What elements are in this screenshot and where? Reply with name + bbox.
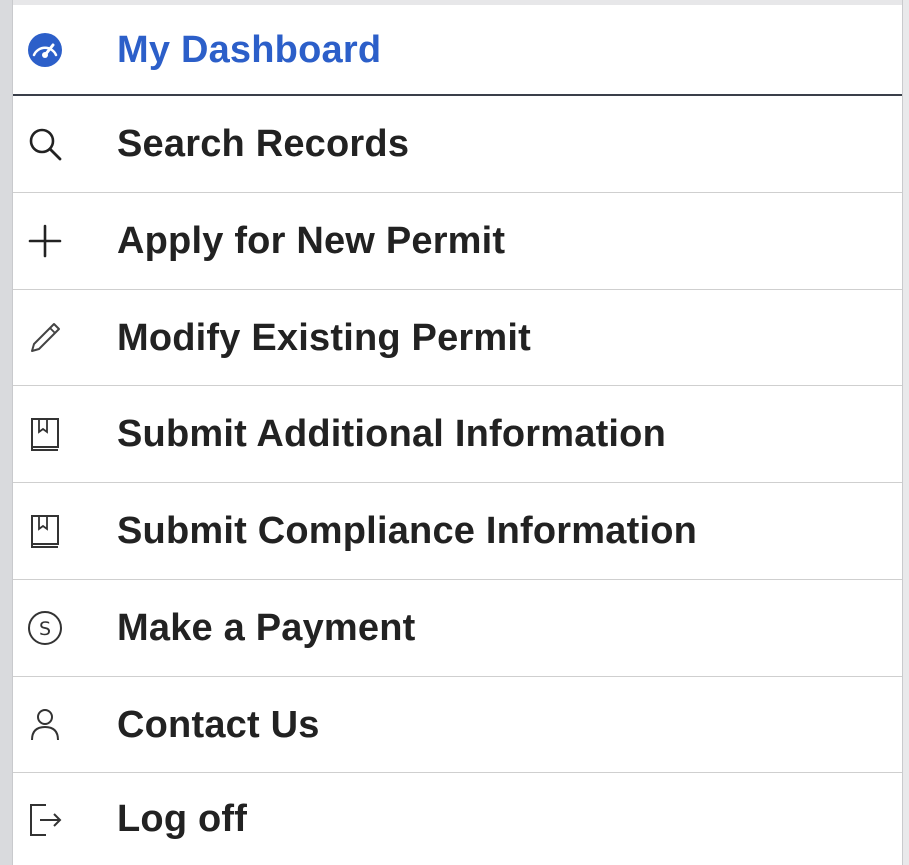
menu-window: My Dashboard Search Records Apply for Ne…	[0, 0, 909, 865]
menu-item-label: My Dashboard	[117, 28, 382, 71]
menu-item-contact-us[interactable]: Contact Us	[13, 677, 902, 773]
pencil-icon	[25, 318, 65, 358]
menu-item-label: Modify Existing Permit	[117, 316, 532, 359]
menu-item-label: Log off	[117, 797, 248, 840]
left-edge	[0, 0, 13, 865]
search-icon	[25, 124, 65, 164]
menu-item-label: Contact Us	[117, 703, 320, 746]
menu-item-submit-additional-information[interactable]: Submit Additional Information	[13, 386, 902, 482]
menu-item-my-dashboard[interactable]: My Dashboard	[13, 5, 902, 95]
menu-item-apply-new-permit[interactable]: Apply for New Permit	[13, 193, 902, 289]
person-icon	[25, 705, 65, 745]
dollar-circle-icon: S	[25, 608, 65, 648]
menu-item-label: Submit Compliance Information	[117, 509, 698, 552]
menu-item-log-off[interactable]: Log off	[13, 773, 902, 865]
menu-item-search-records[interactable]: Search Records	[13, 96, 902, 192]
plus-icon	[25, 221, 65, 261]
book-icon	[25, 414, 65, 454]
menu-item-label: Apply for New Permit	[117, 219, 506, 262]
dashboard-gauge-icon	[25, 30, 65, 70]
menu-item-label: Submit Additional Information	[117, 412, 667, 455]
menu-item-label: Search Records	[117, 122, 410, 165]
menu-item-label: Make a Payment	[117, 606, 416, 649]
menu-item-submit-compliance-information[interactable]: Submit Compliance Information	[13, 483, 902, 579]
right-edge	[902, 0, 909, 865]
menu-item-make-a-payment[interactable]: S Make a Payment	[13, 580, 902, 676]
logout-icon	[25, 799, 65, 839]
svg-text:S: S	[39, 618, 51, 640]
menu-item-modify-existing-permit[interactable]: Modify Existing Permit	[13, 290, 902, 386]
navigation-menu: My Dashboard Search Records Apply for Ne…	[13, 5, 902, 865]
book-icon	[25, 511, 65, 551]
